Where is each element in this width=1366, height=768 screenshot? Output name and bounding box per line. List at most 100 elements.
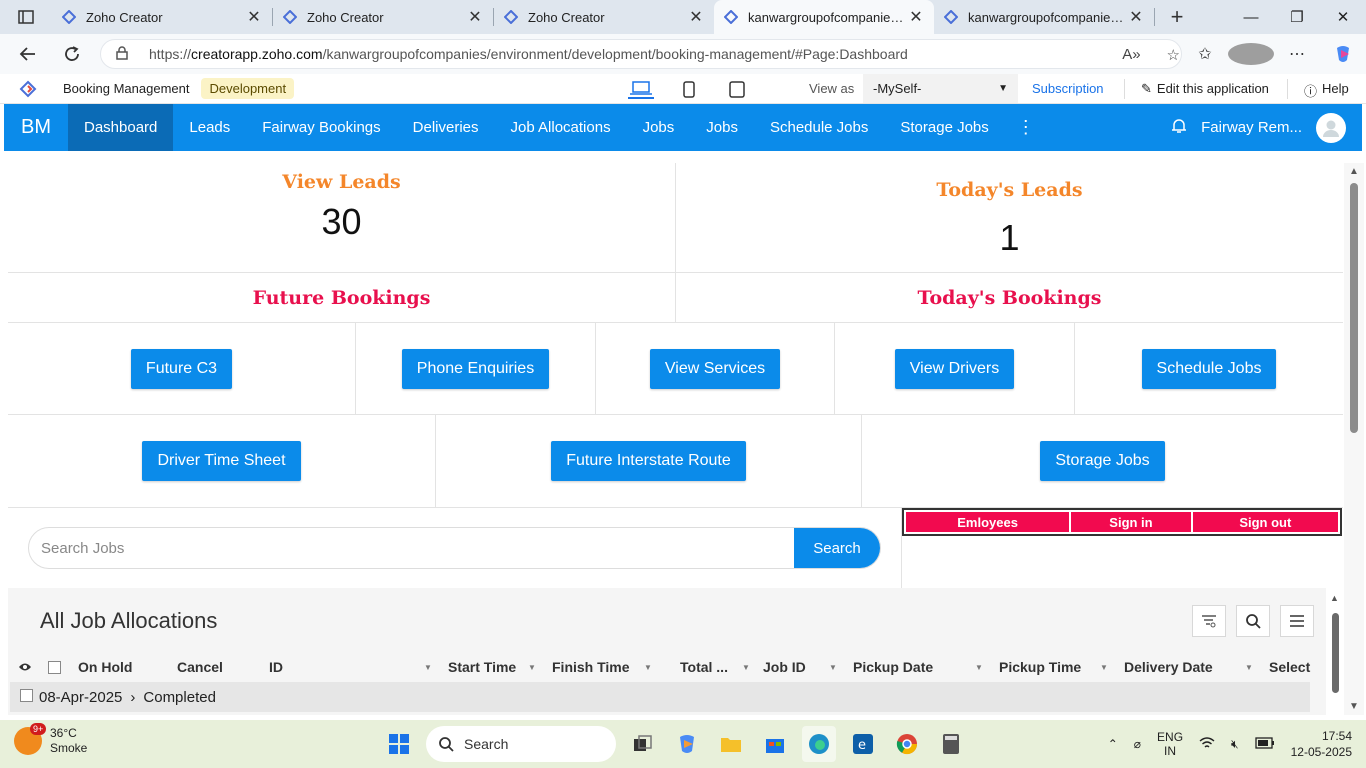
column-start-time[interactable]: Start Time — [448, 659, 516, 675]
environment-badge[interactable]: Development — [201, 78, 295, 99]
favorites-icon[interactable]: ✩ — [1182, 44, 1228, 64]
back-button[interactable] — [6, 34, 50, 74]
tab-close-icon[interactable]: ✕ — [908, 7, 924, 27]
system-clock[interactable]: 17:54 12-05-2025 — [1291, 728, 1352, 760]
phone-enquiries-button[interactable]: Phone Enquiries — [401, 348, 550, 389]
laptop-icon[interactable] — [628, 79, 654, 99]
nav-item-jobs-2[interactable]: Jobs — [690, 104, 754, 151]
schedule-jobs-button[interactable]: Schedule Jobs — [1141, 348, 1277, 389]
nav-item-storage-jobs[interactable]: Storage Jobs — [884, 104, 1004, 151]
maximize-icon[interactable]: ❐ — [1274, 0, 1320, 34]
task-view-icon[interactable] — [626, 726, 660, 762]
column-job-id[interactable]: Job ID — [763, 659, 806, 675]
report-scrollbar[interactable]: ▲ — [1328, 593, 1342, 713]
tab-actions-button[interactable] — [0, 0, 52, 34]
tab-close-icon[interactable]: ✕ — [246, 7, 262, 27]
column-id[interactable]: ID — [269, 659, 283, 675]
phone-icon[interactable] — [676, 79, 702, 99]
row-checkbox[interactable] — [20, 688, 33, 706]
address-bar[interactable]: https://creatorapp.zoho.com/kanwargroupo… — [100, 39, 1182, 69]
file-explorer-icon[interactable] — [714, 726, 748, 762]
sort-caret-icon[interactable]: ▼ — [742, 663, 750, 672]
sort-caret-icon[interactable]: ▼ — [528, 663, 536, 672]
view-services-button[interactable]: View Services — [649, 348, 781, 389]
view-drivers-button[interactable]: View Drivers — [894, 348, 1015, 389]
report-scroll-thumb[interactable] — [1332, 613, 1339, 693]
search-button[interactable]: Search — [794, 528, 880, 568]
todays-bookings-title[interactable]: Today's Bookings — [918, 287, 1102, 309]
sort-caret-icon[interactable]: ▼ — [975, 663, 983, 672]
search-jobs-input[interactable]: Search Jobs — [29, 540, 794, 557]
site-info-icon[interactable] — [115, 45, 129, 63]
tablet-icon[interactable] — [724, 79, 750, 99]
wifi-icon[interactable] — [1199, 736, 1215, 753]
column-pickup-time[interactable]: Pickup Time — [999, 659, 1081, 675]
language-indicator[interactable]: ENG IN — [1157, 730, 1183, 758]
network-off-icon[interactable]: ⌀ — [1134, 737, 1141, 751]
group-row[interactable]: 08-Apr-2025 › Completed — [10, 682, 1310, 712]
notifications-bell-icon[interactable] — [1171, 117, 1187, 138]
help-button[interactable]: ⓘ Help — [1304, 81, 1349, 100]
sort-caret-icon[interactable]: ▼ — [644, 663, 652, 672]
microsoft-store-icon[interactable] — [758, 726, 792, 762]
tray-overflow-icon[interactable]: ⌃ — [1108, 737, 1118, 751]
future-bookings-title[interactable]: Future Bookings — [253, 287, 431, 309]
windows-start-icon[interactable] — [382, 726, 416, 762]
browser-tab-3[interactable]: Zoho Creator ✕ — [494, 0, 714, 34]
select-all-checkbox[interactable] — [48, 660, 61, 674]
scroll-down-icon[interactable]: ▼ — [1349, 701, 1359, 712]
more-menu-icon[interactable]: ⋯ — [1274, 44, 1320, 64]
read-aloud-icon[interactable]: A» — [1122, 46, 1140, 64]
column-select[interactable]: Select — [1269, 659, 1310, 675]
edge-dev-icon[interactable]: e — [846, 726, 880, 762]
nav-item-leads[interactable]: Leads — [173, 104, 246, 151]
user-name[interactable]: Fairway Rem... — [1201, 119, 1302, 136]
tab-close-icon[interactable]: ✕ — [1128, 7, 1144, 27]
nav-item-dashboard[interactable]: Dashboard — [68, 104, 174, 151]
nav-item-job-allocations[interactable]: Job Allocations — [495, 104, 627, 151]
taskbar-search[interactable]: Search — [426, 726, 616, 762]
browser-tab-2[interactable]: Zoho Creator ✕ — [273, 0, 493, 34]
nav-item-schedule-jobs[interactable]: Schedule Jobs — [754, 104, 884, 151]
scroll-up-icon[interactable]: ▲ — [1349, 166, 1359, 177]
nav-more-icon[interactable]: ⋮ — [1005, 117, 1047, 138]
close-window-icon[interactable]: ✕ — [1320, 0, 1366, 34]
app-brand[interactable]: BM — [4, 116, 68, 139]
reload-button[interactable] — [50, 34, 94, 74]
new-tab-button[interactable]: + — [1155, 0, 1199, 34]
nav-item-deliveries[interactable]: Deliveries — [397, 104, 495, 151]
page-scrollbar[interactable]: ▲ ▼ — [1344, 163, 1364, 715]
favorite-star-icon[interactable]: ☆ — [1167, 46, 1180, 64]
column-pickup-date[interactable]: Pickup Date — [853, 659, 933, 675]
driver-time-sheet-button[interactable]: Driver Time Sheet — [142, 441, 301, 481]
view-as-select[interactable]: -MySelf- ▼ — [863, 74, 1018, 103]
column-finish-time[interactable]: Finish Time — [552, 659, 630, 675]
todays-leads-card[interactable]: Today's Leads 1 — [676, 163, 1343, 272]
calculator-icon[interactable] — [934, 726, 968, 762]
menu-icon[interactable] — [1280, 605, 1314, 637]
nav-item-fairway-bookings[interactable]: Fairway Bookings — [246, 104, 396, 151]
copilot-app-icon[interactable] — [670, 726, 704, 762]
minimize-icon[interactable]: — — [1228, 0, 1274, 34]
creator-logo-icon[interactable] — [0, 80, 56, 98]
browser-tab-5[interactable]: kanwargroupofcompanies - B ✕ — [934, 0, 1154, 34]
column-on-hold[interactable]: On Hold — [78, 659, 132, 675]
column-cancel[interactable]: Cancel — [177, 659, 223, 675]
sort-caret-icon[interactable]: ▼ — [424, 663, 432, 672]
tab-close-icon[interactable]: ✕ — [688, 7, 704, 27]
profile-icon[interactable] — [1228, 43, 1274, 65]
browser-tab-1[interactable]: Zoho Creator ✕ — [52, 0, 272, 34]
browser-tab-4-active[interactable]: kanwargroupofcompanies - B ✕ — [714, 0, 934, 34]
storage-jobs-button[interactable]: Storage Jobs — [1040, 441, 1165, 481]
edge-browser-icon[interactable] — [802, 726, 836, 762]
eye-icon[interactable] — [18, 662, 32, 672]
sort-caret-icon[interactable]: ▼ — [829, 663, 837, 672]
column-delivery-date[interactable]: Delivery Date — [1124, 659, 1213, 675]
volume-mute-icon[interactable]: 🔇︎ — [1231, 737, 1239, 752]
chrome-icon[interactable] — [890, 726, 924, 762]
future-c3-button[interactable]: Future C3 — [130, 348, 233, 389]
tab-close-icon[interactable]: ✕ — [467, 7, 483, 27]
edit-application-button[interactable]: ✎ Edit this application — [1141, 81, 1269, 97]
search-icon[interactable] — [1236, 605, 1270, 637]
future-interstate-route-button[interactable]: Future Interstate Route — [551, 441, 746, 481]
